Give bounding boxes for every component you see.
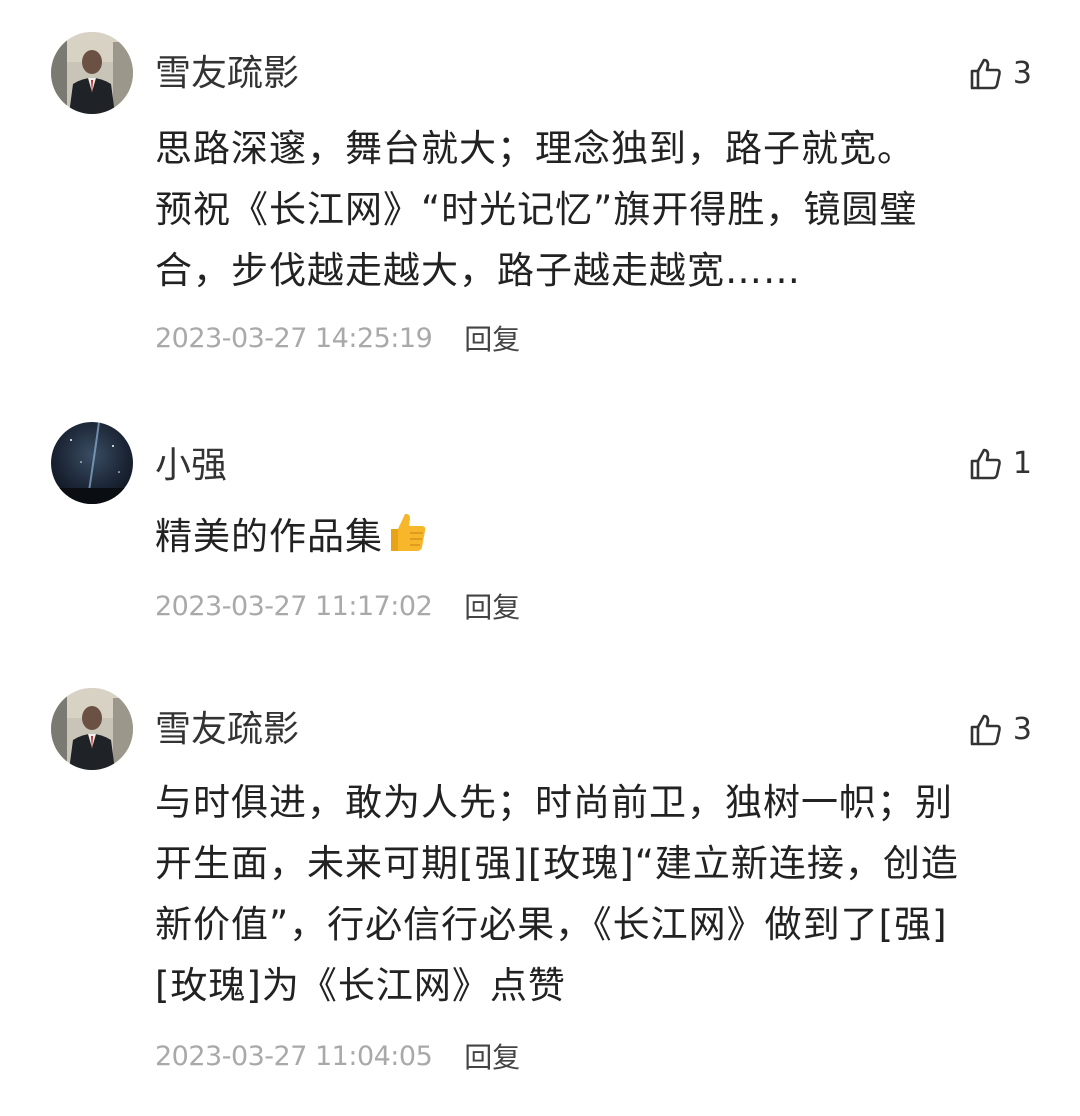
comment-line: 思路深邃，舞台就大；理念独到，路子就宽。 — [155, 127, 915, 170]
like-count: 3 — [1012, 712, 1032, 747]
comment-line: 合，步伐越走越大，路子越走越宽…… — [155, 249, 801, 292]
username[interactable]: 小强 — [155, 442, 227, 490]
comment-text: 精美的作品集 — [155, 506, 1035, 573]
timestamp: 2023-03-27 11:17:02 — [155, 590, 433, 622]
reply-button[interactable]: 回复 — [464, 318, 520, 358]
like-count: 3 — [1012, 56, 1032, 91]
comment-line: 与时俱进，敢为人先；时尚前卫，独树一帜；别 — [155, 781, 953, 824]
comment-line: 预祝《长江网》“时光记忆”旗开得胜，镜圆璧 — [155, 188, 918, 231]
reply-button[interactable]: 回复 — [464, 586, 520, 626]
comment-meta: 2023-03-27 11:17:02 回复 — [155, 586, 520, 626]
avatar[interactable] — [51, 422, 133, 504]
comment-line-text: 精美的作品集 — [155, 515, 383, 558]
avatar[interactable] — [51, 32, 133, 114]
comment-text: 与时俱进，敢为人先；时尚前卫，独树一帜；别 开生面，未来可期[强][玫瑰]“建立… — [155, 772, 1035, 1016]
username[interactable]: 雪友疏影 — [155, 50, 299, 98]
username[interactable]: 雪友疏影 — [155, 706, 299, 754]
comment-line: [玫瑰]为《长江网》点赞 — [155, 964, 566, 1007]
thumbs-up-outline-icon — [969, 57, 1003, 91]
like-button[interactable]: 3 — [969, 50, 1032, 98]
comment-text: 思路深邃，舞台就大；理念独到，路子就宽。 预祝《长江网》“时光记忆”旗开得胜，镜… — [155, 118, 1035, 301]
like-button[interactable]: 1 — [969, 440, 1032, 488]
timestamp: 2023-03-27 14:25:19 — [155, 322, 433, 354]
timestamp: 2023-03-27 11:04:05 — [155, 1040, 433, 1072]
avatar[interactable] — [51, 688, 133, 770]
like-count: 1 — [1012, 446, 1032, 481]
thumbs-up-emoji — [383, 509, 429, 573]
comment-line: 开生面，未来可期[强][玫瑰]“建立新连接，创造 — [155, 842, 959, 885]
thumbs-up-outline-icon — [969, 447, 1003, 481]
comment-line: 新价值”，行必信行必果，《长江网》做到了[强] — [155, 903, 948, 946]
comment-meta: 2023-03-27 14:25:19 回复 — [155, 318, 520, 358]
reply-button[interactable]: 回复 — [464, 1036, 520, 1076]
thumbs-up-outline-icon — [969, 713, 1003, 747]
like-button[interactable]: 3 — [969, 706, 1032, 754]
comment-line: 精美的作品集 — [155, 506, 1035, 573]
comment-meta: 2023-03-27 11:04:05 回复 — [155, 1036, 520, 1076]
